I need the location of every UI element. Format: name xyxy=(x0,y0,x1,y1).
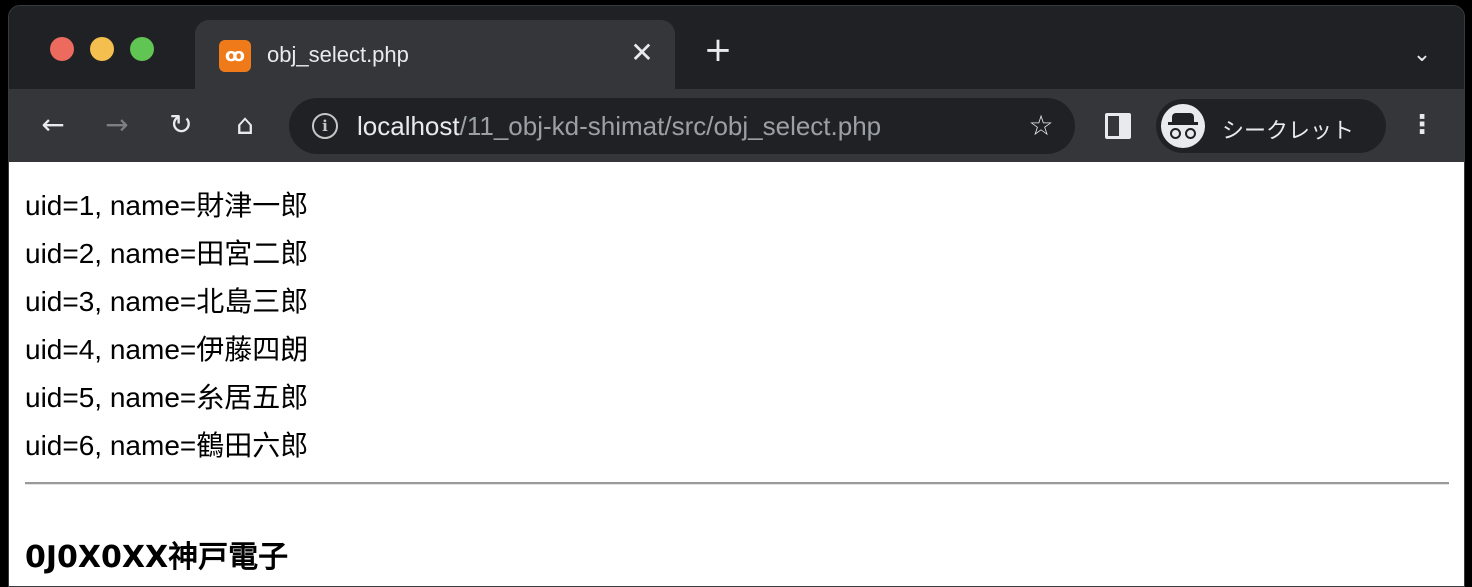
info-icon[interactable]: i xyxy=(312,113,338,139)
close-icon[interactable]: ✕ xyxy=(627,38,657,68)
tab-strip: ꝏ obj_select.php ✕ + ⌄ xyxy=(9,6,1464,89)
tab-obj-select[interactable]: ꝏ obj_select.php ✕ xyxy=(195,20,675,89)
address-bar[interactable]: i localhost/11_obj-kd-shimat/src/obj_sel… xyxy=(289,98,1075,154)
url-path: /11_obj-kd-shimat/src/obj_select.php xyxy=(459,111,882,141)
list-item: uid=6, name=鶴田六郎 xyxy=(25,430,309,461)
list-item: uid=1, name=財津一郎 xyxy=(25,190,309,221)
home-button[interactable]: ⌂ xyxy=(225,105,265,145)
close-window-button[interactable] xyxy=(50,37,74,61)
browser-window: ꝏ obj_select.php ✕ + ⌄ ← → ↻ ⌂ i localho… xyxy=(8,5,1465,587)
horizontal-rule xyxy=(25,482,1449,485)
back-button[interactable]: ← xyxy=(33,105,73,145)
xampp-icon: ꝏ xyxy=(219,40,251,72)
reload-button[interactable]: ↻ xyxy=(161,105,201,145)
list-item: uid=2, name=田宮二郎 xyxy=(25,238,309,269)
tab-title: obj_select.php xyxy=(267,42,409,67)
page-heading: 0J0X0XX神戸電子 xyxy=(25,540,289,575)
incognito-label: シークレット xyxy=(1222,119,1355,144)
incognito-button[interactable]: シークレット xyxy=(1156,99,1386,153)
menu-icon[interactable]: ⋮ xyxy=(1409,105,1435,145)
url-host: localhost xyxy=(357,111,460,141)
page-content: uid=1, name=財津一郎 uid=2, name=田宮二郎 uid=3,… xyxy=(9,162,1464,586)
list-item: uid=5, name=糸居五郎 xyxy=(25,382,309,413)
url-text[interactable]: localhost/11_obj-kd-shimat/src/obj_selec… xyxy=(357,111,881,142)
chevron-down-icon[interactable]: ⌄ xyxy=(1407,40,1437,70)
new-tab-button[interactable]: + xyxy=(703,33,733,67)
maximize-window-button[interactable] xyxy=(130,37,154,61)
minimize-window-button[interactable] xyxy=(90,37,114,61)
user-list: uid=1, name=財津一郎 uid=2, name=田宮二郎 uid=3,… xyxy=(25,182,308,470)
toolbar: ← → ↻ ⌂ i localhost/11_obj-kd-shimat/src… xyxy=(9,89,1464,162)
list-item: uid=3, name=北島三郎 xyxy=(25,286,309,317)
list-item: uid=4, name=伊藤四朗 xyxy=(25,334,309,365)
incognito-icon xyxy=(1161,104,1205,148)
forward-button[interactable]: → xyxy=(97,105,137,145)
side-panel-icon[interactable] xyxy=(1105,113,1131,139)
star-icon[interactable]: ☆ xyxy=(1023,108,1059,144)
